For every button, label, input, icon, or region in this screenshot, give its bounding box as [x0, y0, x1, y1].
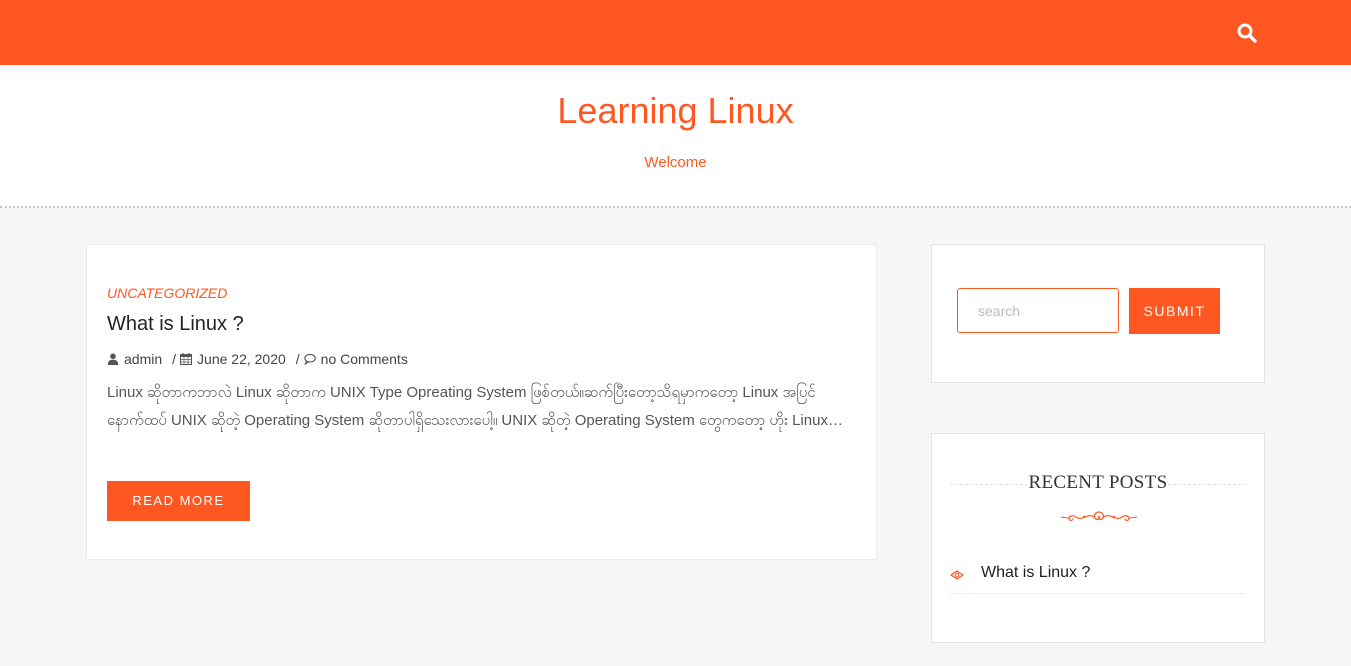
search-widget: SUBMIT [931, 244, 1265, 383]
post-category[interactable]: UNCATEGORIZED [107, 285, 227, 301]
search-input[interactable] [957, 288, 1119, 333]
top-bar [0, 0, 1351, 65]
comment-icon [303, 353, 316, 365]
title-divider-right [1168, 484, 1246, 485]
recent-post-item[interactable]: What is Linux ? [950, 556, 1246, 594]
flourish-ornament-icon [1060, 511, 1138, 521]
site-header: Learning Linux Welcome [0, 65, 1351, 208]
post-comments-text: no Comments [320, 351, 408, 367]
post-date-text: June 22, 2020 [197, 351, 286, 367]
search-icon[interactable] [1236, 22, 1258, 44]
post-comments[interactable]: no Comments [303, 351, 408, 367]
read-more-button[interactable]: READ MORE [107, 481, 250, 521]
post-title[interactable]: What is Linux ? [107, 313, 244, 336]
widget-title-wrap: RECENT POSTS [950, 472, 1246, 496]
recent-post-link[interactable]: What is Linux ? [981, 564, 1090, 582]
site-tagline: Welcome [644, 154, 707, 171]
eye-icon [950, 570, 964, 580]
meta-separator: / [172, 351, 177, 367]
post-meta: admin / June 22, 2020 / no Comments [107, 351, 408, 367]
submit-button[interactable]: SUBMIT [1129, 288, 1220, 334]
post-card: UNCATEGORIZED What is Linux ? admin / Ju… [86, 244, 877, 560]
widget-title: RECENT POSTS [1028, 472, 1168, 493]
site-title[interactable]: Learning Linux [0, 90, 1351, 132]
post-author[interactable]: admin [107, 351, 162, 367]
recent-posts-widget: RECENT POSTS What is Linux ? [931, 433, 1265, 643]
post-excerpt: Linux ဆိုတာကဘာလဲ Linux ဆိုတာက UNIX Type … [107, 384, 843, 429]
post-author-name: admin [124, 351, 163, 367]
user-icon [107, 353, 119, 365]
meta-separator: / [295, 351, 300, 367]
post-date[interactable]: June 22, 2020 [180, 351, 286, 367]
calendar-icon [180, 353, 193, 365]
